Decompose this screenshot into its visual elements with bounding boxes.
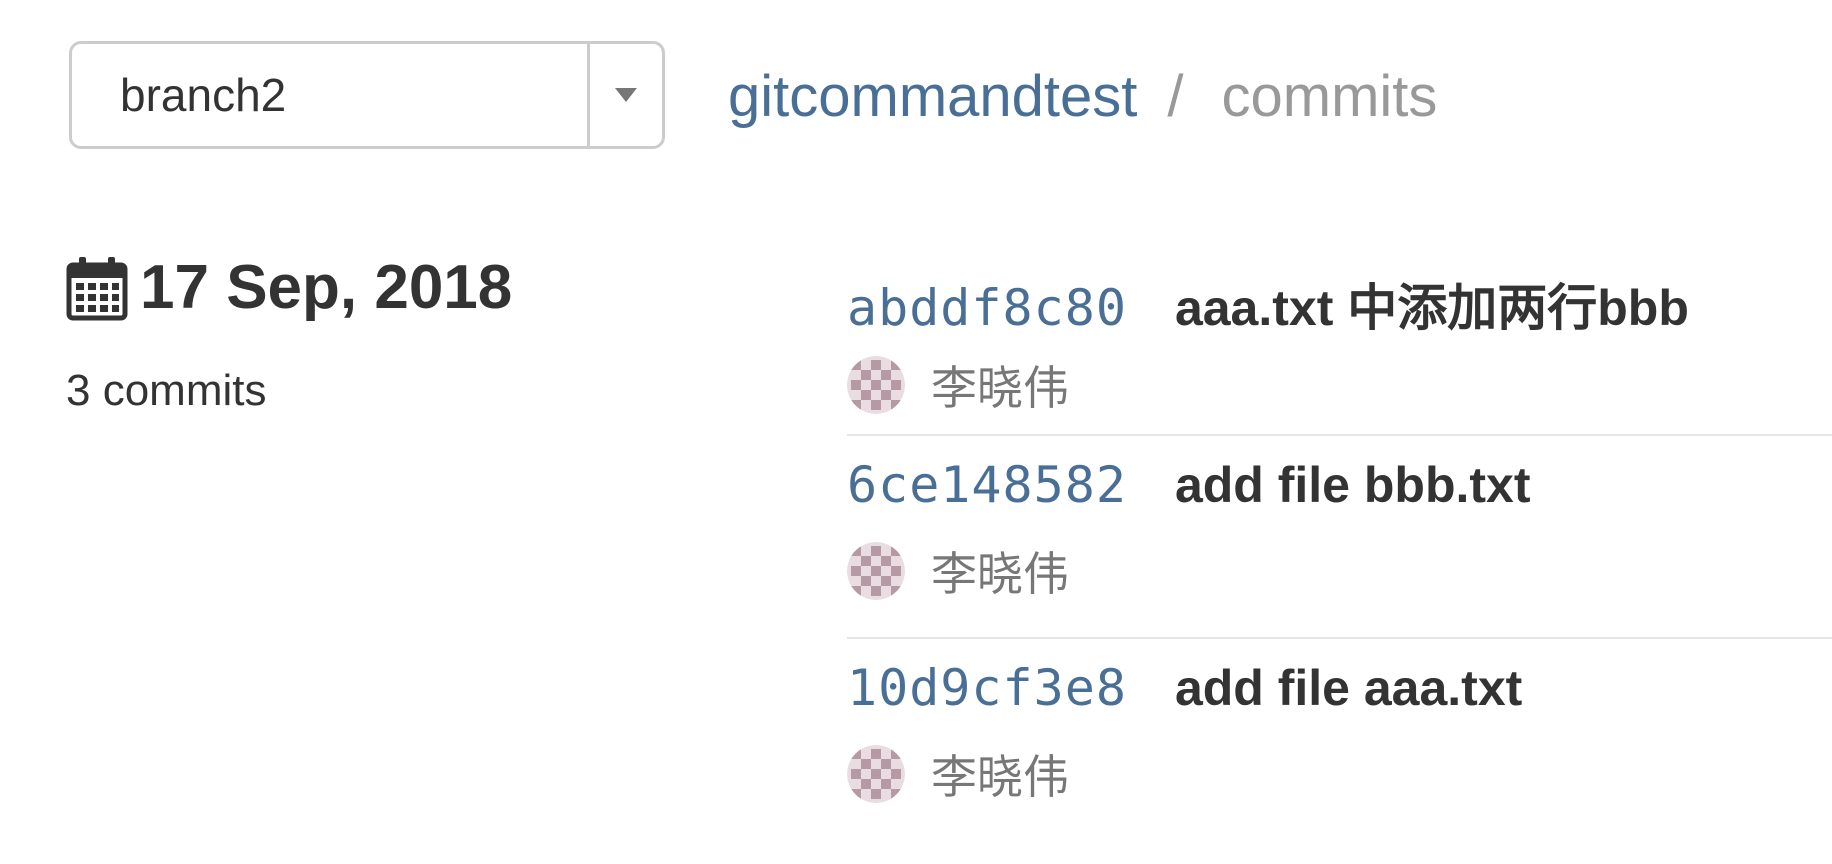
- commit-sha-link[interactable]: 10d9cf3e8: [847, 659, 1127, 717]
- commit-title-line: 6ce148582 add file bbb.txt: [847, 456, 1530, 514]
- commit-author[interactable]: 李晓伟: [931, 741, 1069, 807]
- commit-list: abddf8c80 aaa.txt 中添加两行bbb 李晓伟 6ce148582…: [847, 250, 1832, 839]
- avatar[interactable]: [847, 356, 905, 414]
- commit-count: 3 commits: [66, 366, 267, 415]
- commit-sha-link[interactable]: abddf8c80: [847, 279, 1127, 337]
- commit-author-line: 李晓伟: [847, 538, 1069, 604]
- commit-title-line: abddf8c80 aaa.txt 中添加两行bbb: [847, 268, 1689, 340]
- commit-author-line: 李晓伟: [847, 352, 1069, 418]
- commit-sha-link[interactable]: 6ce148582: [847, 456, 1127, 514]
- commit-row: 10d9cf3e8 add file aaa.txt 李晓伟: [847, 639, 1832, 839]
- avatar[interactable]: [847, 542, 905, 600]
- commit-title-line: 10d9cf3e8 add file aaa.txt: [847, 659, 1522, 717]
- commit-row: abddf8c80 aaa.txt 中添加两行bbb 李晓伟: [847, 250, 1832, 436]
- commit-author-line: 李晓伟: [847, 741, 1069, 807]
- commit-message[interactable]: aaa.txt 中添加两行bbb: [1175, 268, 1689, 340]
- breadcrumb-current: commits: [1221, 63, 1438, 129]
- branch-selector-value: branch2: [120, 69, 287, 121]
- commit-row: 6ce148582 add file bbb.txt 李晓伟: [847, 436, 1832, 639]
- breadcrumb: gitcommandtest / commits: [728, 56, 1437, 136]
- commit-author[interactable]: 李晓伟: [931, 538, 1069, 604]
- caret-down-icon: [615, 88, 637, 102]
- avatar[interactable]: [847, 745, 905, 803]
- commit-author[interactable]: 李晓伟: [931, 352, 1069, 418]
- calendar-icon: [66, 256, 128, 320]
- commit-message[interactable]: add file bbb.txt: [1175, 456, 1531, 514]
- branch-selector[interactable]: branch2: [69, 41, 665, 149]
- breadcrumb-separator: /: [1167, 63, 1184, 129]
- branch-selector-toggle[interactable]: [587, 44, 662, 146]
- commit-message[interactable]: add file aaa.txt: [1175, 659, 1522, 717]
- day-date: 17 Sep, 2018: [140, 253, 513, 322]
- day-heading: 17 Sep, 2018: [66, 252, 512, 323]
- breadcrumb-repo-link[interactable]: gitcommandtest: [728, 63, 1137, 130]
